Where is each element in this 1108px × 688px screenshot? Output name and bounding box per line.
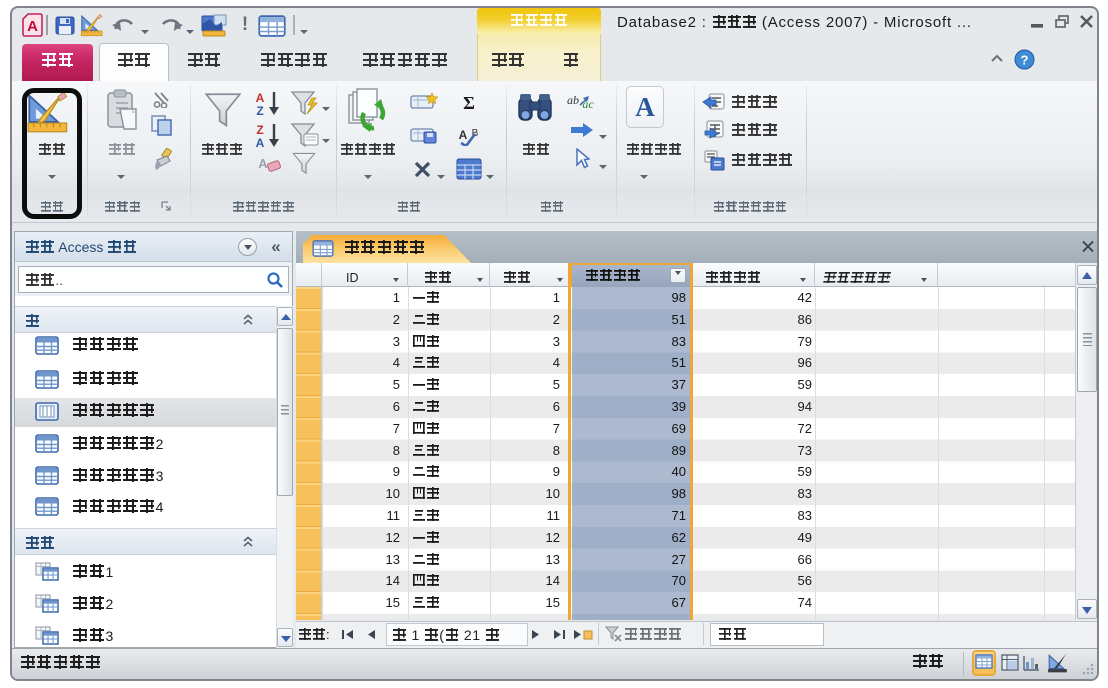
svg-text:A: A bbox=[256, 136, 265, 148]
svg-text:A: A bbox=[459, 128, 468, 142]
svg-text:Z: Z bbox=[256, 104, 263, 116]
svg-text:?: ? bbox=[1021, 53, 1029, 68]
svg-text:Z: Z bbox=[256, 123, 263, 137]
svg-text:A: A bbox=[256, 91, 265, 105]
svg-text:A: A bbox=[27, 18, 38, 35]
svg-text:ab: ab bbox=[567, 93, 579, 107]
svg-text:A: A bbox=[258, 156, 268, 171]
